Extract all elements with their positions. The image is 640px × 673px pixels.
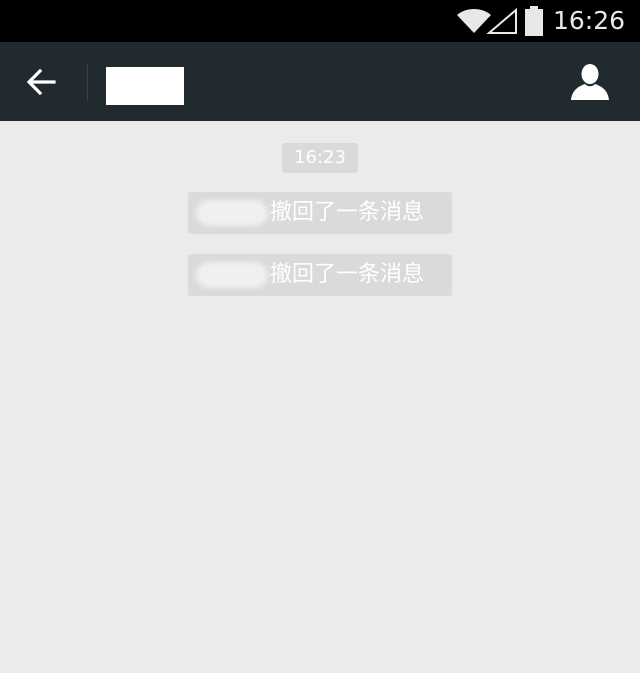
chat-title (106, 67, 184, 105)
recall-notice-text: 撤回了一条消息 (270, 262, 425, 287)
recall-notice: 撤回了一条消息 (188, 192, 452, 234)
chat-info-button[interactable] (568, 60, 612, 104)
person-icon (571, 64, 609, 100)
message-timestamp: 16:23 (282, 143, 358, 173)
recall-notice: 撤回了一条消息 (188, 254, 452, 296)
arrow-left-icon (26, 69, 56, 95)
recall-notice-text: 撤回了一条消息 (270, 200, 425, 225)
status-time: 16:26 (553, 6, 626, 35)
recall-sender-name (196, 262, 268, 288)
recall-sender-name (196, 200, 268, 226)
chat-header (0, 42, 640, 121)
header-divider (87, 64, 88, 100)
cell-signal-icon (486, 8, 517, 34)
message-list[interactable]: 16:23 撤回了一条消息 撤回了一条消息 (0, 121, 640, 673)
battery-icon (525, 6, 543, 36)
back-button[interactable] (18, 60, 64, 104)
status-bar: 16:26 (0, 0, 640, 42)
